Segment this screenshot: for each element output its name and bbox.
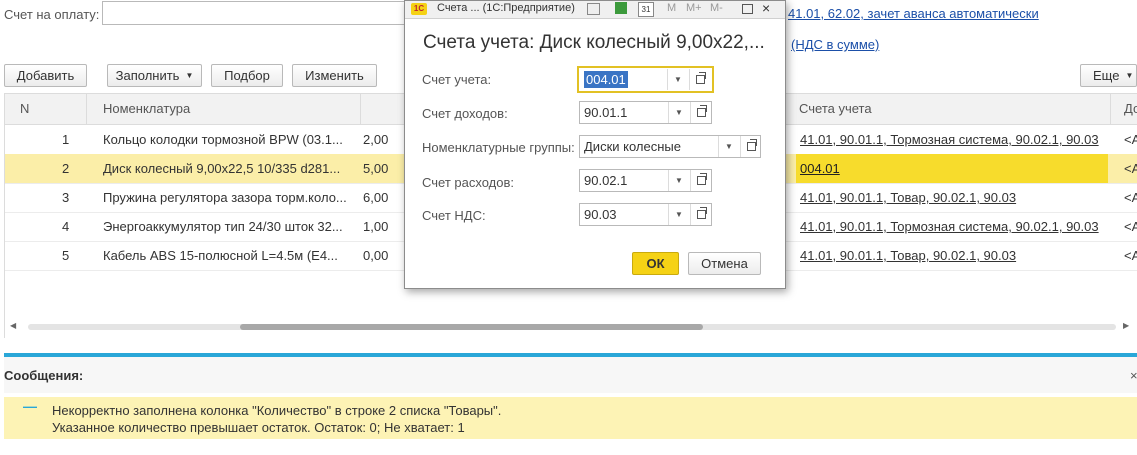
memory-minus-icon[interactable]: M-	[710, 2, 723, 14]
row-nomenclature[interactable]: Кольцо колодки тормозной BPW (03.1...	[103, 125, 355, 154]
col-nomenclature-header[interactable]: Номенклатура	[103, 94, 190, 124]
row-accounts-cell[interactable]: 004.01	[796, 154, 1108, 183]
print-icon[interactable]	[587, 3, 600, 15]
select-button[interactable]: Подбор	[211, 64, 283, 87]
vat-dropdown-icon[interactable]: ▼	[668, 204, 689, 225]
dialog-titlebar[interactable]: 1С Счета ... (1С:Предприятие) 31 M M+ M-…	[405, 0, 785, 19]
scroll-thumb[interactable]	[240, 324, 703, 330]
expense-label: Счет расходов:	[422, 175, 514, 190]
row-number: 1	[62, 132, 70, 147]
group-dropdown-icon[interactable]: ▼	[718, 136, 739, 157]
account-field[interactable]: 004.01 ▼	[577, 66, 714, 93]
scroll-right-icon[interactable]: ▶	[1123, 321, 1129, 330]
row-nomenclature[interactable]: Энергоаккумулятор тип 24/30 шток 32...	[103, 212, 355, 241]
expense-open-icon[interactable]	[690, 170, 711, 191]
invoice-label: Счет на оплату:	[4, 7, 100, 22]
row-accounts-link[interactable]: 41.01, 90.01.1, Тормозная система, 90.02…	[800, 212, 1105, 241]
income-field[interactable]: 90.01.1 ▼	[579, 101, 712, 124]
maximize-icon[interactable]	[742, 4, 753, 14]
message-item[interactable]: — Некорректно заполнена колонка "Количес…	[4, 397, 1137, 439]
ok-button[interactable]: ОК	[632, 252, 679, 275]
add-button[interactable]: Добавить	[4, 64, 87, 87]
row-quantity[interactable]: 2,00	[363, 125, 388, 154]
income-dropdown-icon[interactable]: ▼	[668, 102, 689, 123]
income-value[interactable]: 90.01.1	[584, 102, 627, 123]
nomenclature-group-field[interactable]: Диски колесные ▼	[579, 135, 761, 158]
row-nomenclature[interactable]: Пружина регулятора зазора торм.коло...	[103, 183, 355, 212]
row-accounts-link[interactable]: 41.01, 90.01.1, Товар, 90.02.1, 90.03	[800, 183, 1105, 212]
app-logo-icon: 1С	[411, 3, 427, 15]
change-button[interactable]: Изменить	[292, 64, 377, 87]
row-extra: <А	[1124, 248, 1137, 263]
row-extra: <А	[1124, 132, 1137, 147]
calendar-icon[interactable]: 31	[638, 2, 654, 17]
accounts-settlement-link[interactable]: 41.01, 62.02, зачет аванса автоматически	[788, 6, 1039, 21]
col-accounts-header[interactable]: Счета учета	[799, 94, 872, 124]
memory-icon[interactable]: M	[667, 2, 676, 14]
close-icon[interactable]: ×	[762, 0, 770, 16]
row-number: 3	[62, 190, 70, 205]
row-extra: <А	[1124, 190, 1137, 205]
account-value[interactable]: 004.01	[584, 71, 628, 88]
row-nomenclature[interactable]: Диск колесный 9,00x22,5 10/335 d281...	[103, 154, 355, 183]
row-accounts-link[interactable]: 41.01, 90.01.1, Товар, 90.02.1, 90.03	[800, 241, 1105, 270]
table-left-border	[4, 93, 5, 338]
invoice-input[interactable]	[102, 1, 405, 25]
expense-field[interactable]: 90.02.1 ▼	[579, 169, 712, 192]
income-label: Счет доходов:	[422, 106, 508, 121]
messages-title: Сообщения:	[4, 368, 84, 383]
message-line2: Указанное количество превышает остаток. …	[52, 420, 465, 435]
messages-header: Сообщения: ×	[4, 357, 1137, 393]
income-open-icon[interactable]	[690, 102, 711, 123]
account-dropdown-icon[interactable]: ▼	[667, 69, 688, 90]
vat-open-icon[interactable]	[690, 204, 711, 225]
horizontal-scrollbar[interactable]: ◀ ▶	[4, 319, 1137, 335]
more-label: Еще	[1093, 68, 1120, 83]
group-open-icon[interactable]	[740, 136, 761, 157]
row-number: 2	[62, 161, 70, 176]
col-n-header[interactable]: N	[20, 94, 29, 124]
memory-plus-icon[interactable]: M+	[686, 2, 702, 14]
dropdown-arrow-icon: ▼	[1125, 71, 1134, 80]
close-messages-icon[interactable]: ×	[1130, 368, 1137, 383]
row-accounts-link[interactable]: 004.01	[800, 161, 840, 176]
vat-label: Счет НДС:	[422, 208, 486, 223]
vat-in-sum-link[interactable]: (НДС в сумме)	[791, 37, 879, 52]
row-quantity[interactable]: 0,00	[363, 241, 388, 270]
dropdown-arrow-icon: ▼	[185, 71, 194, 80]
row-extra: <А	[1124, 161, 1137, 176]
scroll-left-icon[interactable]: ◀	[10, 321, 16, 330]
col-extra-header[interactable]: До	[1124, 94, 1137, 124]
more-button[interactable]: Еще ▼	[1080, 64, 1137, 87]
fill-label: Заполнить	[115, 68, 180, 83]
row-accounts-link[interactable]: 41.01, 90.01.1, Тормозная система, 90.02…	[800, 125, 1105, 154]
vat-value[interactable]: 90.03	[584, 204, 617, 225]
dialog-window-title: Счета ... (1С:Предприятие)	[437, 2, 575, 14]
message-dash-icon: —	[23, 398, 37, 414]
accounts-dialog: 1С Счета ... (1С:Предприятие) 31 M M+ M-…	[404, 0, 786, 289]
fill-dropdown-button[interactable]: Заполнить ▼	[107, 64, 202, 87]
account-label: Счет учета:	[422, 72, 492, 87]
account-open-icon[interactable]	[689, 69, 710, 90]
expense-dropdown-icon[interactable]: ▼	[668, 170, 689, 191]
spreadsheet-icon[interactable]	[615, 2, 627, 14]
nomenclature-group-value[interactable]: Диски колесные	[584, 136, 681, 157]
row-number: 5	[62, 248, 70, 263]
row-quantity[interactable]: 1,00	[363, 212, 388, 241]
row-extra: <А	[1124, 219, 1137, 234]
row-quantity[interactable]: 5,00	[363, 154, 388, 183]
dialog-heading: Счета учета: Диск колесный 9,00x22,...	[423, 32, 765, 53]
vat-field[interactable]: 90.03 ▼	[579, 203, 712, 226]
row-quantity[interactable]: 6,00	[363, 183, 388, 212]
row-nomenclature[interactable]: Кабель ABS 15-полюсной L=4.5м (Е4...	[103, 241, 355, 270]
cancel-button[interactable]: Отмена	[688, 252, 761, 275]
nomenclature-group-label: Номенклатурные группы:	[422, 140, 575, 155]
row-number: 4	[62, 219, 70, 234]
message-line1: Некорректно заполнена колонка "Количеств…	[52, 403, 502, 418]
expense-value[interactable]: 90.02.1	[584, 170, 627, 191]
